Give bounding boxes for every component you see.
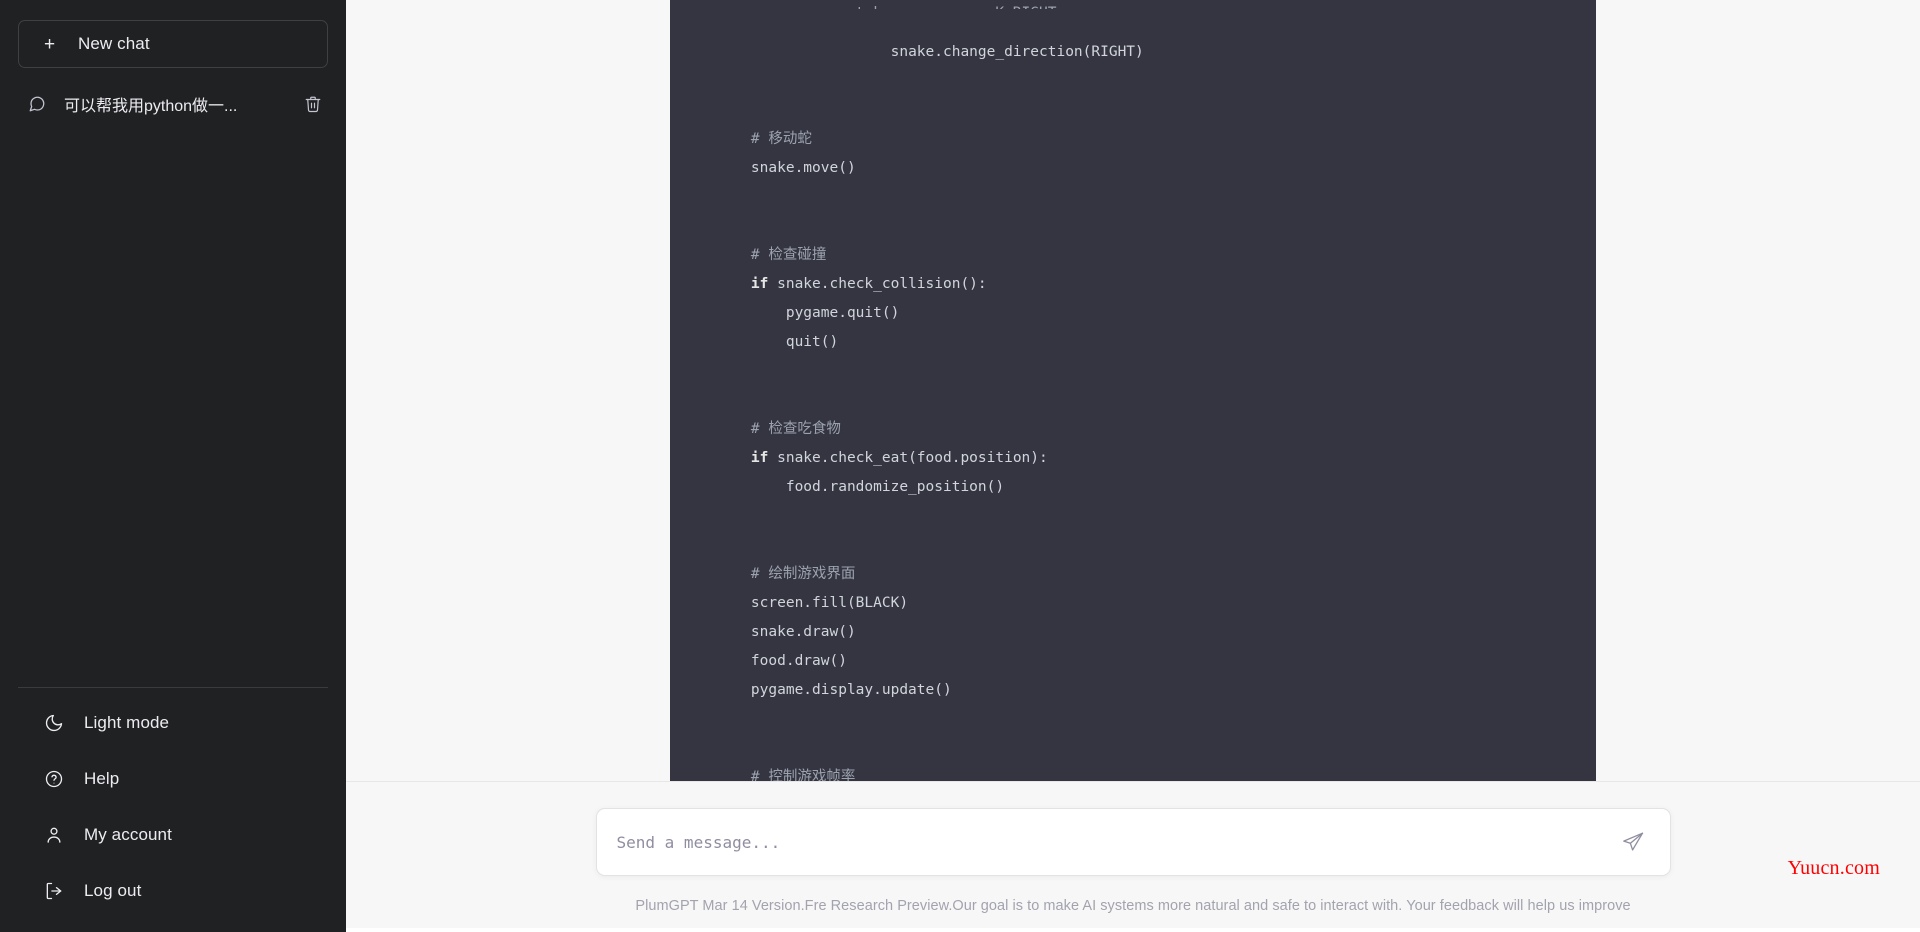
user-icon	[44, 825, 64, 845]
code-line: snake.draw()	[750, 624, 856, 640]
chat-history-item-title: 可以帮我用python做一...	[64, 98, 238, 115]
sidebar: + New chat 可以帮我用python做一... Light mode H…	[0, 0, 346, 932]
code-line: if snake.check_eat(food.position):	[750, 450, 1048, 466]
composer-area: PlumGPT Mar 14 Version.Fre Research Prev…	[346, 781, 1920, 932]
new-chat-button[interactable]: + New chat	[18, 20, 328, 68]
code-line: snake.change_direction(RIGHT)	[890, 44, 1144, 60]
footer-disclaimer: PlumGPT Mar 14 Version.Fre Research Prev…	[635, 898, 1631, 914]
code-line: food.draw()	[750, 653, 847, 669]
assistant-message: event.key == pygame.K_RIGHT: snake.chang…	[670, 0, 1596, 781]
watermark: Yuucn.com	[1787, 857, 1880, 879]
sidebar-item-log-out[interactable]: Log out	[18, 872, 328, 910]
chat-bubble-icon	[28, 95, 46, 113]
sidebar-item-help[interactable]: Help	[18, 760, 328, 798]
code-line: screen.fill(BLACK)	[750, 595, 909, 611]
main-panel: event.key == pygame.K_RIGHT: snake.chang…	[346, 0, 1920, 932]
trash-icon[interactable]	[304, 95, 322, 113]
code-line-clipped: event.key == pygame.K_RIGHT:	[716, 0, 1550, 9]
new-chat-label: New chat	[78, 34, 150, 53]
sidebar-item-my-account[interactable]: My account	[18, 816, 328, 854]
code-line: quit()	[785, 334, 839, 350]
sidebar-item-label: My account	[84, 825, 172, 844]
code-block: event.key == pygame.K_RIGHT: snake.chang…	[670, 0, 1596, 781]
code-comment: # 检查吃食物	[750, 421, 841, 437]
sidebar-item-label: Help	[84, 769, 120, 788]
logout-icon	[44, 881, 64, 901]
app-root: + New chat 可以帮我用python做一... Light mode H…	[0, 0, 1920, 932]
message-thread[interactable]: event.key == pygame.K_RIGHT: snake.chang…	[346, 0, 1920, 781]
code-comment: # 移动蛇	[750, 131, 812, 147]
question-circle-icon	[44, 769, 64, 789]
code-line: food.randomize_position()	[785, 479, 1005, 495]
send-paper-plane-icon	[1622, 832, 1643, 851]
code-line: if snake.check_collision():	[750, 276, 987, 292]
bottom-strip	[346, 928, 1920, 932]
composer[interactable]	[595, 808, 1671, 876]
code-comment: # 绘制游戏界面	[750, 566, 856, 582]
sidebar-item-light-mode[interactable]: Light mode	[18, 704, 328, 742]
send-button[interactable]	[1618, 827, 1648, 857]
code-line: snake.move()	[750, 160, 856, 176]
code-comment: # 控制游戏帧率	[750, 769, 856, 781]
sidebar-footer-menu: Light mode Help My account Log out	[18, 687, 328, 932]
sidebar-item-label: Light mode	[84, 713, 170, 732]
code-lines: event.key == pygame.K_RIGHT: snake.chang…	[670, 0, 1596, 781]
chat-history-item[interactable]: 可以帮我用python做一...	[14, 84, 332, 124]
code-line: pygame.display.update()	[750, 682, 952, 698]
code-comment: # 检查碰撞	[750, 247, 827, 263]
message-input[interactable]	[616, 832, 1618, 852]
plus-icon: +	[44, 33, 56, 55]
code-line: pygame.quit()	[785, 305, 900, 321]
moon-icon	[44, 713, 64, 733]
sidebar-item-label: Log out	[84, 881, 142, 900]
chat-history-list: 可以帮我用python做一...	[0, 84, 346, 124]
